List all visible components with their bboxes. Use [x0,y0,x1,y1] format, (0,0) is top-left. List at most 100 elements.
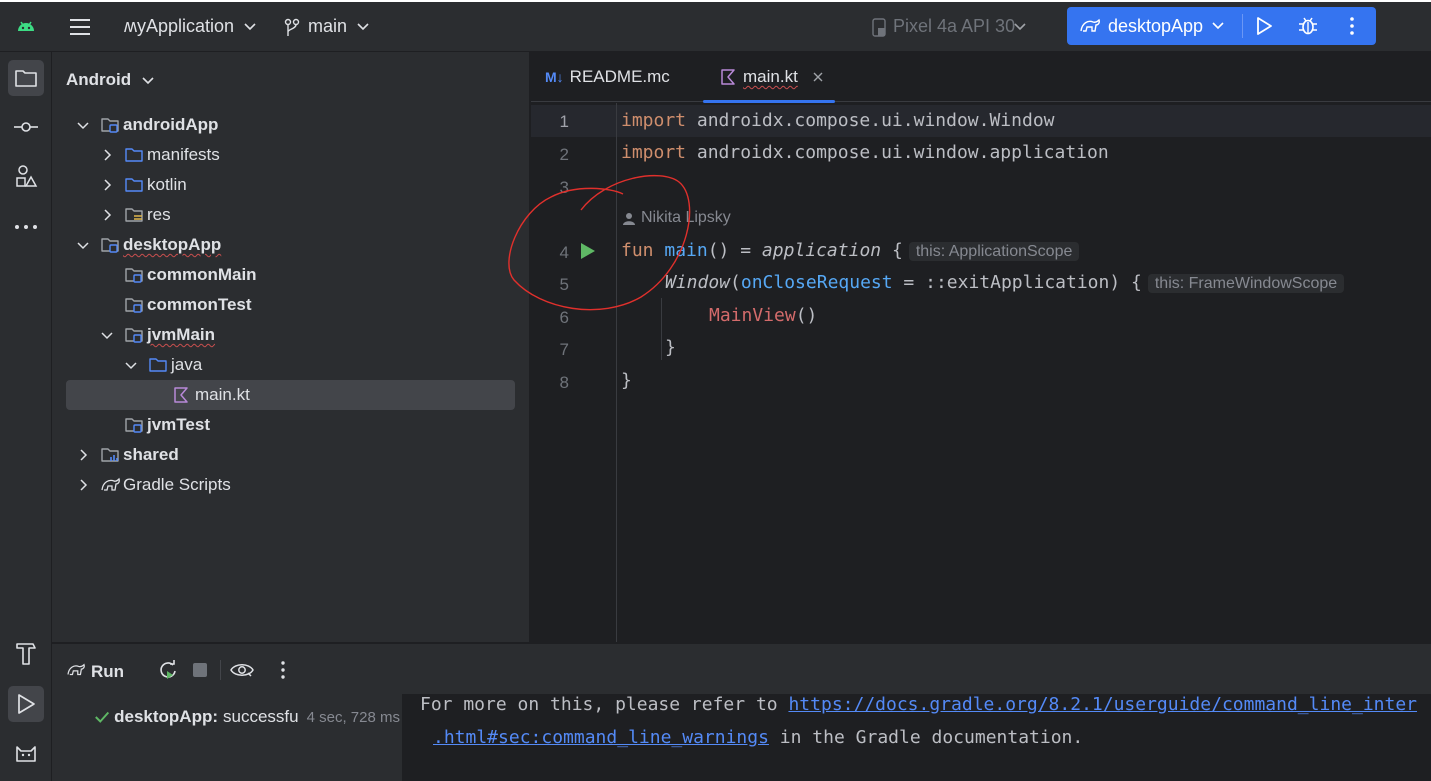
project-tool-button[interactable] [8,60,44,96]
chevron-down-icon [142,76,154,84]
run-tree-item[interactable]: desktopApp: successfu 4 sec, 728 ms [94,707,400,727]
tree-item-label: androidApp [123,115,219,134]
close-icon[interactable] [812,71,824,83]
tree-item-label: Gradle Scripts [123,475,231,494]
console-text: in the Gradle documentation. [768,727,1084,748]
toolbar-separator [1242,14,1243,38]
tree-item[interactable]: manifests [66,140,515,170]
tab-label: README.mc [569,67,670,86]
code-editor: M↓ README.mc main.kt 1 2 3 4 5 6 7 8 imp… [508,52,1431,642]
run-icon[interactable] [1254,16,1274,36]
run-icon [18,694,35,714]
chevron-right-icon[interactable] [76,478,90,492]
folder-icon [125,148,143,162]
run-config-selector[interactable]: desktopApp [1108,16,1203,37]
logcat-tool-button[interactable] [8,736,44,772]
more-options-icon[interactable] [1348,16,1356,36]
build-tool-button[interactable] [8,635,44,671]
module-folder-icon [101,118,119,133]
console-text: For more on this, please refer to [420,694,789,715]
more-options-icon[interactable] [280,661,286,679]
tab-main-kt[interactable]: main.kt [703,52,835,103]
toolbar-separator [220,660,221,680]
code-line-5[interactable]: Window(onCloseRequest = ::exitApplicatio… [665,272,1345,293]
code-line-6[interactable]: MainView() [709,305,817,326]
line-number: 8 [559,373,569,392]
tree-item[interactable]: java [66,350,515,380]
more-tools-button[interactable] [8,209,44,245]
module-folder-icon [125,328,143,343]
device-icon[interactable] [871,18,887,38]
code-text: { [881,240,903,261]
code-line-7[interactable]: } [665,337,676,358]
code-text: () [795,305,818,326]
tree-item[interactable]: jvmTest [66,410,515,440]
commit-icon [14,122,38,132]
console-line: .html#sec:command_line_warnings in the G… [433,727,1083,748]
git-branch-icon[interactable] [284,18,300,38]
main-toolbar: ʍyApplication main Pixel 4a API 30 deskt… [0,0,1431,52]
project-view-selector[interactable]: Android [66,70,154,90]
tab-readme[interactable]: M↓ README.mc [545,52,695,102]
chevron-right-icon[interactable] [100,178,114,192]
module-folder-icon [125,298,143,313]
code-line-2[interactable]: import androidx.compose.ui.window.applic… [621,142,1109,163]
chevron-down-icon[interactable] [244,23,256,31]
tree-item[interactable]: commonMain [66,260,515,290]
module-folder-icon [125,268,143,283]
kotlin-file-icon [174,387,188,403]
tree-item[interactable]: Gradle Scripts [66,470,515,500]
chevron-down-icon[interactable] [357,23,369,31]
chevron-down-icon[interactable] [100,328,114,342]
tree-item[interactable]: kotlin [66,170,515,200]
tree-item[interactable]: androidApp [66,110,515,140]
android-icon[interactable] [15,16,37,38]
code-call: MainView [709,305,796,326]
stop-icon[interactable] [193,663,207,677]
tree-item[interactable]: jvmMain [66,320,515,350]
chevron-right-icon[interactable] [76,448,90,462]
branch-selector[interactable]: main [308,16,347,37]
folder-icon [149,358,167,372]
chevron-right-icon[interactable] [100,148,114,162]
annotation-circle [508,174,691,311]
tree-item[interactable]: main.kt [66,380,515,410]
chevron-right-icon[interactable] [100,208,114,222]
console-link[interactable]: .html#sec:command_line_warnings [433,727,769,748]
kotlin-file-icon [721,69,735,85]
rerun-icon[interactable] [158,660,178,680]
commit-tool-button[interactable] [8,109,44,145]
eye-icon[interactable] [230,661,254,679]
console-link[interactable]: https://docs.gradle.org/8.2.1/userguide/… [788,694,1417,715]
code-line-8[interactable]: } [621,370,632,391]
run-panel-title[interactable]: Run [91,662,124,682]
tree-arrow-placeholder [100,268,114,282]
main-menu-icon[interactable] [68,16,92,38]
chevron-down-icon[interactable] [1212,22,1224,30]
console-output[interactable]: For more on this, please refer to https:… [402,694,1431,781]
code-line-1[interactable]: import androidx.compose.ui.window.Window [621,110,1055,131]
project-name[interactable]: ʍyApplication [124,16,234,37]
hammer-icon [16,643,36,665]
chevron-down-icon[interactable] [76,238,90,252]
tree-item[interactable]: shared [66,440,515,470]
line-number: 1 [559,112,569,131]
code-text: ::exitApplication) { [925,272,1142,293]
gradle-icon[interactable] [1079,17,1101,35]
tree-item[interactable]: desktopApp [66,230,515,260]
tree-item-label: commonTest [147,295,252,314]
debug-icon[interactable] [1297,16,1319,36]
chevron-down-icon[interactable] [1014,23,1026,31]
gradle-icon [67,663,85,676]
chevron-down-icon[interactable] [124,358,138,372]
tree-item[interactable]: res [66,200,515,230]
tree-item-label: jvmMain [147,325,216,344]
run-item-status: successfu [223,707,299,726]
run-tool-button[interactable] [8,686,44,722]
editor-tab-bar: M↓ README.mc main.kt [531,52,1431,103]
device-selector[interactable]: Pixel 4a API 30 [893,16,1015,37]
chevron-down-icon[interactable] [76,118,90,132]
tree-item[interactable]: commonTest [66,290,515,320]
resource-manager-button[interactable] [8,158,44,194]
tree-item-label: java [171,355,203,374]
